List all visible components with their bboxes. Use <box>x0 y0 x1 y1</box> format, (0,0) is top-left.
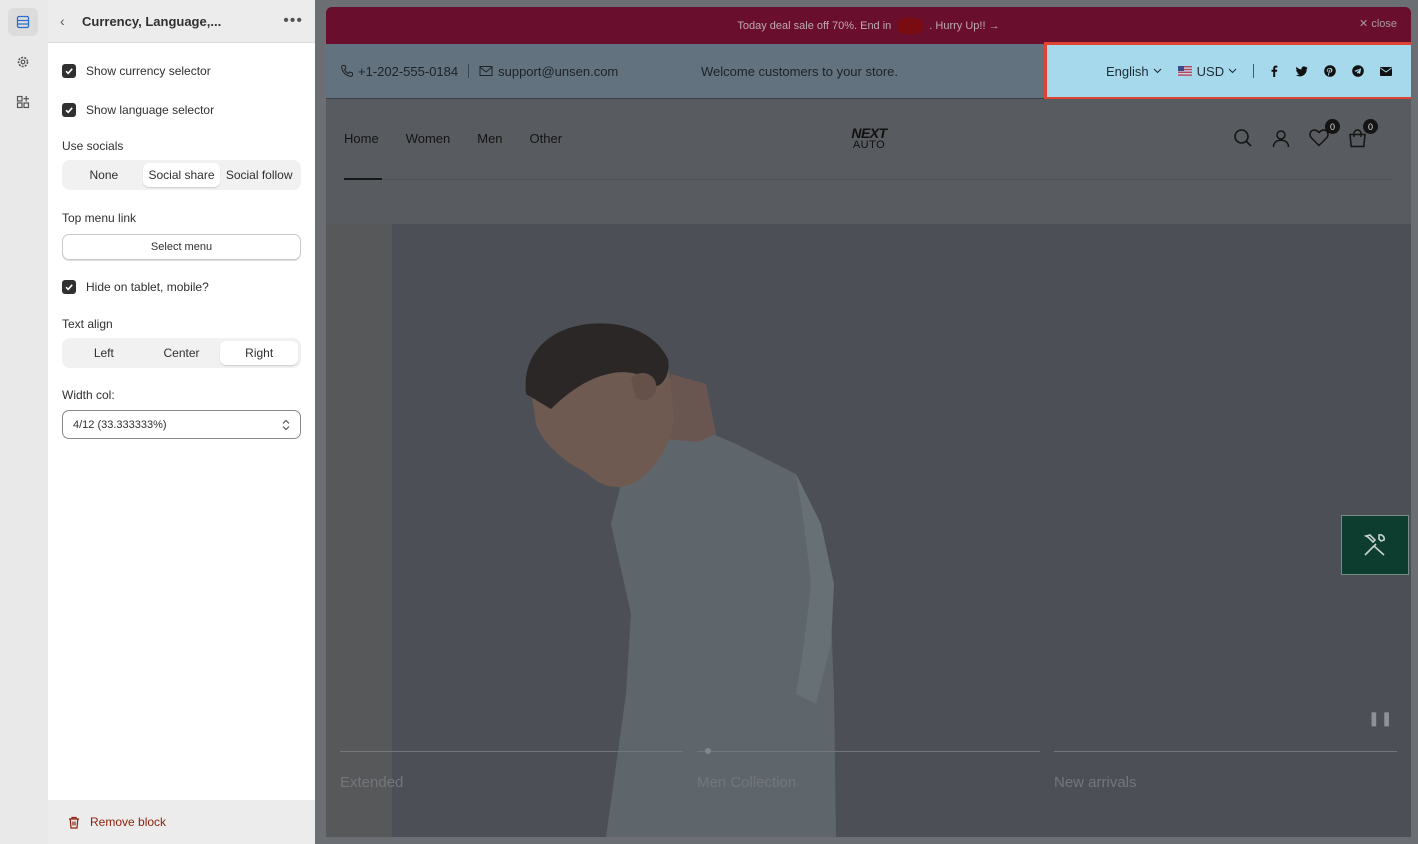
currency-language-block-highlight[interactable]: English USD <box>1044 42 1411 100</box>
hide-mobile-checkbox[interactable] <box>62 280 76 294</box>
cart-count-badge: 0 <box>1363 119 1378 134</box>
cart-icon[interactable]: 0 <box>1346 119 1378 149</box>
site-logo[interactable]: NEXT AUTO <box>846 125 892 151</box>
block-settings-panel: ‹ Currency, Language,... ••• Show curren… <box>48 0 315 844</box>
facebook-icon[interactable] <box>1268 65 1280 77</box>
us-flag-icon <box>1177 66 1192 76</box>
hide-mobile-row[interactable]: Hide on tablet, mobile? <box>62 277 301 297</box>
panel-title: Currency, Language,... <box>82 13 222 29</box>
align-option-left[interactable]: Left <box>65 341 143 365</box>
topbar-divider <box>468 64 470 78</box>
select-chevrons-icon <box>282 419 290 430</box>
left-rail <box>0 0 48 844</box>
logo-line-2: AUTO <box>852 139 886 151</box>
width-col-value: 4/12 (33.333333%) <box>73 418 167 431</box>
telegram-icon[interactable] <box>1352 65 1364 77</box>
remove-block-label: Remove block <box>90 815 167 829</box>
slideshow-pause-icon[interactable]: ❚❚ <box>1368 710 1393 727</box>
align-option-right[interactable]: Right <box>220 341 299 365</box>
show-language-checkbox[interactable] <box>62 103 76 117</box>
customizer-tool-button[interactable] <box>1341 515 1409 575</box>
announcement-bar: Today deal sale off 70%. End in . Hurry … <box>326 7 1411 44</box>
socials-segmented-control: None Social share Social follow <box>62 160 301 190</box>
use-socials-label: Use socials <box>62 139 124 153</box>
language-selector[interactable]: English <box>1106 64 1162 79</box>
socials-option-share[interactable]: Social share <box>142 163 221 187</box>
socials-option-none[interactable]: None <box>65 163 143 187</box>
currency-value: USD <box>1196 63 1225 79</box>
wishlist-icon[interactable]: 0 <box>1308 119 1340 149</box>
logo-line-1: NEXT <box>851 125 887 141</box>
slide-tab-label: Extended <box>340 774 404 791</box>
more-options-icon[interactable]: ••• <box>283 12 303 30</box>
currency-selector[interactable]: USD <box>1177 63 1237 79</box>
slide-tab-men-collection[interactable]: Men Collection <box>697 751 1040 791</box>
text-align-segmented-control: Left Center Right <box>62 338 301 368</box>
phone-number: +1-202-555-0184 <box>358 63 459 79</box>
chevron-down-icon <box>1153 68 1162 74</box>
close-label: close <box>1371 18 1397 30</box>
width-col-select[interactable]: 4/12 (33.333333%) <box>62 410 301 439</box>
show-currency-row[interactable]: Show currency selector <box>62 61 301 81</box>
search-icon[interactable] <box>1232 127 1254 149</box>
email-contact[interactable]: support@unsen.com <box>479 64 618 79</box>
twitter-icon[interactable] <box>1296 65 1308 77</box>
trash-icon <box>69 816 79 829</box>
site-header: Home Women Men Other NEXT AUTO 0 0 <box>326 99 1411 224</box>
announcement-text-after: . Hurry Up!! → <box>929 19 1000 32</box>
main-nav: Home Women Men Other <box>344 131 562 146</box>
announcement-text-before: Today deal sale off 70%. End in <box>737 19 892 32</box>
slide-tab-extended[interactable]: Extended <box>340 751 683 791</box>
show-language-row[interactable]: Show language selector <box>62 100 301 120</box>
language-value: English <box>1106 63 1149 79</box>
top-menu-label: Top menu link <box>62 211 137 225</box>
slide-tabs: Extended Men Collection New arrivals <box>340 748 1397 811</box>
align-option-center[interactable]: Center <box>143 341 221 365</box>
email-address: support@unsen.com <box>498 63 619 79</box>
apps-icon[interactable] <box>8 88 38 116</box>
slide-tab-new-arrivals[interactable]: New arrivals <box>1054 751 1397 791</box>
nav-other[interactable]: Other <box>530 131 563 146</box>
header-divider <box>344 179 1392 180</box>
account-icon[interactable] <box>1270 127 1292 149</box>
phone-contact[interactable]: +1-202-555-0184 <box>340 64 458 79</box>
wrench-screwdriver-icon <box>1363 534 1385 556</box>
header-icons: 0 0 <box>1232 119 1378 149</box>
storefront-preview: Today deal sale off 70%. End in . Hurry … <box>326 7 1411 837</box>
width-col-label: Width col: <box>62 388 115 402</box>
select-menu-button[interactable]: Select menu <box>62 234 301 260</box>
wishlist-count-badge: 0 <box>1325 119 1340 134</box>
nav-active-indicator <box>344 178 382 180</box>
show-currency-label: Show currency selector <box>86 64 211 78</box>
nav-women[interactable]: Women <box>406 131 451 146</box>
mail-icon <box>479 66 493 76</box>
slide-tab-label: Men Collection <box>697 774 797 791</box>
sections-icon[interactable] <box>8 8 38 36</box>
phone-icon <box>341 65 353 77</box>
pinterest-icon[interactable] <box>1324 65 1336 77</box>
nav-home[interactable]: Home <box>344 131 379 146</box>
hero-model-image <box>525 323 836 837</box>
hero-slideshow: ❚❚ Extended Men Collection New arrivals <box>326 224 1411 837</box>
hide-mobile-label: Hide on tablet, mobile? <box>86 280 209 294</box>
remove-block-button[interactable]: Remove block <box>48 800 315 844</box>
show-currency-checkbox[interactable] <box>62 64 76 78</box>
back-arrow-icon[interactable]: ‹ <box>60 13 74 29</box>
chevron-down-icon <box>1228 68 1237 74</box>
email-share-icon[interactable] <box>1380 65 1393 77</box>
social-share-icons <box>1268 65 1393 77</box>
socials-option-follow[interactable]: Social follow <box>220 163 298 187</box>
welcome-message: Welcome customers to your store. <box>701 63 898 79</box>
nav-men[interactable]: Men <box>477 131 502 146</box>
announcement-close[interactable]: ✕ close <box>1359 17 1397 30</box>
gear-icon[interactable] <box>8 48 38 76</box>
slide-tab-label: New arrivals <box>1054 774 1137 791</box>
countdown-pill <box>897 17 924 34</box>
show-language-label: Show language selector <box>86 103 215 117</box>
selector-divider <box>1253 64 1255 78</box>
slide-progress-dot <box>705 748 711 754</box>
panel-header: ‹ Currency, Language,... ••• <box>48 0 315 43</box>
text-align-label: Text align <box>62 317 113 331</box>
